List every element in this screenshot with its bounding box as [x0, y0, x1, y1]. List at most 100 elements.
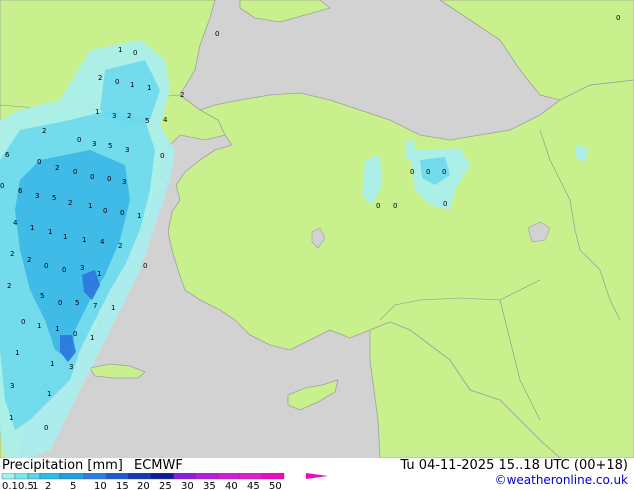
- point-value-label: 0: [133, 49, 137, 57]
- legend-tick-label: 5: [70, 481, 76, 490]
- point-value-label: 3: [122, 178, 126, 186]
- legend-swatch: [217, 473, 241, 480]
- legend-tick-label: 2: [45, 481, 51, 490]
- legend-tick-label: 50: [269, 481, 282, 490]
- legend-tick-label: 35: [203, 481, 216, 490]
- legend-swatch: [27, 473, 41, 480]
- point-value-label: 3: [80, 264, 84, 272]
- point-value-label: 1: [95, 108, 99, 116]
- point-value-label: 3: [10, 382, 14, 390]
- legend-swatch: [261, 473, 285, 480]
- point-value-label: 0: [443, 200, 447, 208]
- footer-bar: Precipitation [mm] ECMWF Tu 04-11-2025 1…: [0, 458, 634, 490]
- point-value-label: 4: [13, 219, 18, 227]
- point-value-label: 1: [147, 84, 151, 92]
- point-value-label: 5: [52, 194, 56, 202]
- point-value-label: 1: [47, 390, 51, 398]
- point-value-label: 0: [77, 136, 81, 144]
- point-value-label: 0: [215, 30, 219, 38]
- point-value-label: 2: [127, 112, 131, 120]
- point-value-label: 1: [90, 334, 94, 342]
- legend-swatch: [195, 473, 219, 480]
- point-value-label: 3: [92, 140, 96, 148]
- model-name: ECMWF: [134, 458, 183, 473]
- point-value-label: 0: [62, 266, 66, 274]
- point-value-label: 0: [103, 207, 107, 215]
- point-value-label: 2: [118, 242, 122, 250]
- point-value-label: 0: [442, 168, 446, 176]
- point-value-label: 4: [100, 238, 105, 246]
- point-value-label: 1: [137, 212, 141, 220]
- legend-swatch: [127, 473, 151, 480]
- point-value-label: 7: [93, 302, 97, 310]
- point-value-label: 5: [108, 142, 112, 150]
- point-value-label: 2: [7, 282, 11, 290]
- point-value-label: 1: [50, 360, 54, 368]
- legend-tick-label: 25: [159, 481, 172, 490]
- legend-tick-label: 40: [225, 481, 238, 490]
- point-value-label: 1: [55, 325, 59, 333]
- point-value-label: 2: [68, 199, 72, 207]
- point-value-label: 6: [18, 187, 23, 195]
- point-value-label: 0: [120, 209, 124, 217]
- point-value-label: 0: [44, 262, 48, 270]
- point-value-label: 2: [98, 74, 102, 82]
- credit-link[interactable]: ©weatheronline.co.uk: [495, 473, 628, 487]
- point-value-label: 0: [376, 202, 380, 210]
- point-value-label: 1: [63, 233, 67, 241]
- legend-tick-label: 15: [116, 481, 129, 490]
- point-value-label: 0: [58, 299, 62, 307]
- point-value-label: 0: [73, 330, 77, 338]
- point-value-label: 1: [48, 228, 52, 236]
- point-value-label: 0: [616, 14, 620, 22]
- legend-tick-label: 10: [94, 481, 107, 490]
- legend-swatch: [14, 473, 29, 480]
- point-value-label: 1: [37, 322, 41, 330]
- point-value-label: 0: [73, 168, 77, 176]
- point-value-label: 2: [55, 164, 59, 172]
- legend-tick-label: 0.1: [2, 481, 18, 490]
- legend-arrow: [306, 473, 328, 479]
- point-value-label: 0: [21, 318, 25, 326]
- point-value-label: 1: [88, 202, 92, 210]
- point-value-label: 0: [90, 173, 94, 181]
- point-value-label: 1: [15, 349, 19, 357]
- point-value-label: 1: [111, 304, 115, 312]
- point-value-label: 5: [75, 299, 79, 307]
- point-value-label: 2: [27, 256, 31, 264]
- point-value-label: 0: [115, 78, 119, 86]
- point-value-label: 1: [97, 270, 101, 278]
- point-value-label: 5: [40, 292, 44, 300]
- point-value-label: 0: [160, 152, 164, 160]
- point-value-label: 1: [118, 46, 122, 54]
- color-scale-legend: 0.1 0.51 2 5 10 15 20 25 30 35 40 45 50: [1, 473, 328, 490]
- point-value-label: 3: [35, 192, 39, 200]
- legend-swatch: [83, 473, 107, 480]
- point-value-label: 0: [426, 168, 430, 176]
- precipitation-map: 1 0 2 0 1 1 2 1 3 2 5 4 2 0 3 5 3 6 0 2 0 0 0 3 0 6 3 5 2 1 0 0 1 4 1 1 1 1 4 2…: [0, 0, 634, 459]
- point-value-label: 3: [125, 146, 129, 154]
- point-value-label: 1: [9, 414, 13, 422]
- point-value-label: 1: [130, 81, 134, 89]
- legend-swatch: [39, 473, 61, 480]
- point-value-label: 1: [82, 236, 86, 244]
- map-title: Precipitation [mm]: [2, 458, 123, 473]
- point-value-label: 2: [180, 91, 184, 99]
- point-value-label: 2: [10, 250, 14, 258]
- point-value-label: 4: [163, 116, 168, 124]
- point-value-label: 2: [42, 127, 46, 135]
- point-value-label: 3: [69, 363, 73, 371]
- legend-swatch: [105, 473, 129, 480]
- point-value-label: 3: [112, 112, 116, 120]
- point-value-label: 0: [0, 182, 4, 190]
- point-value-label: 1: [30, 224, 34, 232]
- legend-swatch: [149, 473, 175, 480]
- point-value-label: 0: [143, 262, 147, 270]
- point-value-label: 0: [410, 168, 414, 176]
- legend-tick-label: 20: [137, 481, 150, 490]
- legend-tick-label: 45: [247, 481, 260, 490]
- valid-time: Tu 04-11-2025 15..18 UTC (00+18): [400, 458, 628, 473]
- legend-swatch: [59, 473, 85, 480]
- legend-swatch: [239, 473, 263, 480]
- legend-tick-label: 30: [181, 481, 194, 490]
